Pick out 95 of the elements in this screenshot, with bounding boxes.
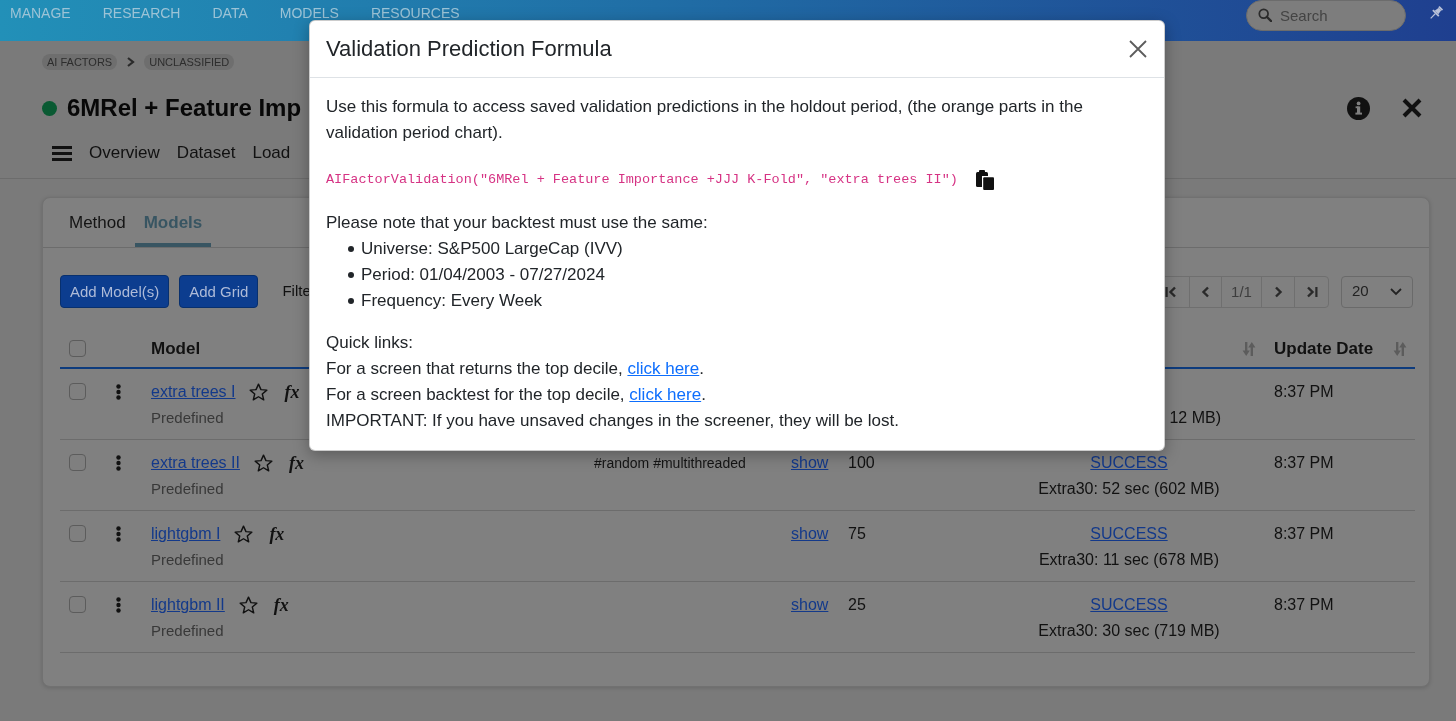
clipboard-icon[interactable] xyxy=(975,170,994,190)
chevron-down-icon xyxy=(1390,287,1402,296)
status-detail: Extra30: 52 sec (602 MB) xyxy=(1038,479,1220,499)
modal-title: Validation Prediction Formula xyxy=(326,35,612,63)
model-link[interactable]: lightgbm II xyxy=(151,592,225,618)
nav-link[interactable]: RESOURCES xyxy=(370,0,460,21)
update-time: 8:37 PM xyxy=(1274,454,1334,471)
checkbox[interactable] xyxy=(69,383,86,400)
status-link[interactable]: SUCCESS xyxy=(1090,521,1168,547)
show-link[interactable]: show xyxy=(791,596,829,613)
count-text: 100 xyxy=(848,454,875,471)
kebab-menu-icon[interactable] xyxy=(116,455,121,471)
column-header[interactable]: Model xyxy=(151,338,201,358)
page-title: 6MRel + Feature Imp xyxy=(67,93,302,123)
status-link[interactable]: SUCCESS xyxy=(1090,592,1168,618)
bullet-icon xyxy=(348,272,354,278)
nav-link[interactable]: MANAGE xyxy=(10,0,71,21)
show-link[interactable]: show xyxy=(791,454,829,471)
count-text: 75 xyxy=(848,525,866,542)
source-label: Predefined xyxy=(151,479,224,499)
star-icon[interactable] xyxy=(238,596,258,614)
formula-button[interactable]: fx xyxy=(284,379,300,405)
kebab-menu-icon[interactable] xyxy=(116,384,121,400)
search-icon xyxy=(1258,8,1272,22)
toolbar-button[interactable]: Add Grid xyxy=(179,275,259,308)
show-link[interactable]: show xyxy=(791,525,829,542)
checkbox[interactable] xyxy=(69,596,86,613)
source-label: Predefined xyxy=(151,408,224,428)
source-label: Predefined xyxy=(151,550,224,570)
quick-links-heading: Quick links: xyxy=(326,332,414,354)
star-icon[interactable] xyxy=(253,454,273,472)
page-tab[interactable]: Overview xyxy=(89,141,160,165)
formula-button[interactable]: fx xyxy=(269,521,285,547)
chevron-right-icon xyxy=(1272,285,1284,298)
chevron-right-icon xyxy=(126,57,136,67)
requirement-text: Frequency: Every Week xyxy=(361,290,543,312)
requirement-text: Universe: S&P500 LargeCap (IVV) xyxy=(361,238,623,260)
card-tab[interactable]: Models xyxy=(134,206,212,247)
status-detail: 12 MB) xyxy=(1169,408,1221,428)
inline-link[interactable]: click here xyxy=(627,359,700,378)
checkbox[interactable] xyxy=(69,340,86,357)
bullet-icon xyxy=(348,298,354,304)
column-header[interactable]: Update Date xyxy=(1274,335,1374,362)
menu-icon[interactable] xyxy=(52,146,72,161)
star-icon[interactable] xyxy=(234,525,254,543)
kebab-menu-icon[interactable] xyxy=(116,597,121,613)
status-link[interactable]: SUCCESS xyxy=(1090,450,1168,476)
inline-link[interactable]: click here xyxy=(629,385,702,404)
page-tab[interactable]: Load xyxy=(252,141,291,165)
filter-label: Filte xyxy=(282,281,311,302)
last-page-icon xyxy=(1305,285,1318,298)
quick-link-text: For a screen that returns the top decile, click here. xyxy=(326,358,705,380)
update-time: 8:37 PM xyxy=(1274,525,1334,542)
quick-link-text: For a screen backtest for the top decile, click here. xyxy=(326,384,707,406)
bullet-icon xyxy=(348,246,354,252)
checkbox[interactable] xyxy=(69,454,86,471)
search-field[interactable]: Search xyxy=(1246,0,1406,31)
info-icon[interactable] xyxy=(1347,96,1370,120)
nav-link[interactable]: DATA xyxy=(212,0,248,21)
close-icon xyxy=(1129,40,1147,58)
note-text: Please note that your backtest must use the same: xyxy=(326,212,709,234)
status-detail: Extra30: 11 sec (678 MB) xyxy=(1038,550,1220,570)
description-text: Use this formula to access saved validation predictions in the holdout period, (the orange parts in the validation period chart). xyxy=(326,96,1084,144)
formula-button[interactable]: fx xyxy=(288,450,304,476)
status-dot-icon xyxy=(42,100,57,116)
checkbox[interactable] xyxy=(69,525,86,542)
status-detail: Extra30: 30 sec (719 MB) xyxy=(1038,621,1220,641)
tags-text: #random #multithreaded xyxy=(594,455,746,471)
update-time: 8:37 PM xyxy=(1274,383,1334,400)
model-link[interactable]: lightgbm I xyxy=(151,521,221,547)
model-link[interactable]: extra trees I xyxy=(151,379,236,405)
update-time: 8:37 PM xyxy=(1274,596,1334,613)
nav-link[interactable]: MODELS xyxy=(279,0,339,21)
formula-button[interactable]: fx xyxy=(273,592,289,618)
source-label: Predefined xyxy=(151,621,224,641)
kebab-menu-icon[interactable] xyxy=(116,526,121,542)
requirement-text: Period: 01/04/2003 - 07/27/2024 xyxy=(361,264,605,286)
star-icon[interactable] xyxy=(249,383,269,401)
breadcrumb-link[interactable]: AI FACTORS xyxy=(42,54,118,70)
chevron-left-icon xyxy=(1199,285,1212,298)
page-tab[interactable]: Dataset xyxy=(176,141,236,165)
model-link[interactable]: extra trees II xyxy=(151,450,240,476)
formula-code: AIFactorValidation("6MRel + Feature Importance +JJJ K-Fold", "extra trees II") xyxy=(326,171,958,189)
close-button[interactable] xyxy=(1128,39,1148,59)
breadcrumb-link[interactable]: UNCLASSIFIED xyxy=(144,54,235,70)
close-icon[interactable] xyxy=(1402,98,1422,118)
toolbar-button[interactable]: Add Model(s) xyxy=(60,275,170,308)
count-text: 25 xyxy=(848,596,866,613)
page-indicator: 1/1 xyxy=(1221,276,1261,307)
card-tab[interactable]: Method xyxy=(60,206,135,247)
pin-icon[interactable] xyxy=(1428,5,1444,21)
first-page-icon xyxy=(1165,285,1177,298)
warning-text: IMPORTANT: If you have unsaved changes in the screener, they will be lost. xyxy=(326,410,900,432)
page-size-select[interactable]: 20 xyxy=(1341,275,1413,308)
nav-link[interactable]: RESEARCH xyxy=(102,0,181,21)
